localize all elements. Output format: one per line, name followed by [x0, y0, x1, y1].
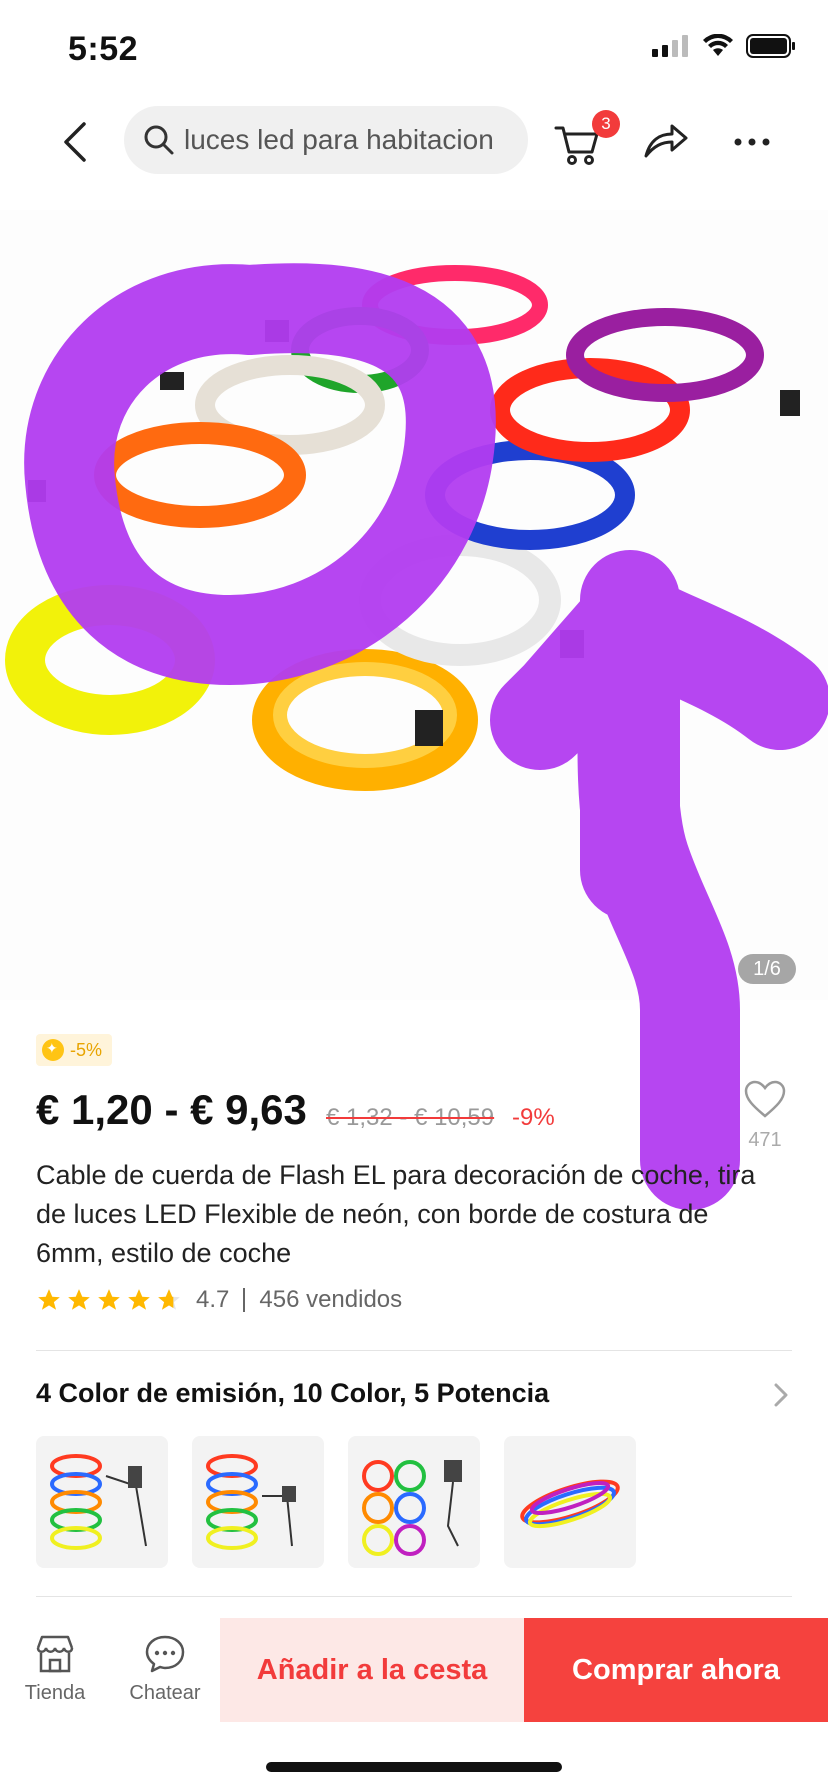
top-nav: luces led para habitacion 3	[0, 100, 828, 184]
buy-now-button[interactable]: Comprar ahora	[524, 1618, 828, 1722]
product-photo	[5, 265, 800, 791]
cart-button[interactable]: 3	[552, 110, 622, 172]
chat-label: Chatear	[129, 1682, 201, 1704]
wishlist-count: 471	[748, 1129, 782, 1151]
cart-badge: 3	[592, 110, 620, 138]
variant-thumbnail[interactable]	[504, 1436, 636, 1568]
heart-icon	[744, 1080, 786, 1118]
search-query: luces led para habitacion	[184, 124, 494, 155]
add-to-cart-button[interactable]: Añadir a la cesta	[220, 1618, 524, 1722]
more-icon[interactable]	[728, 118, 778, 168]
bottom-action-bar: Tienda Chatear Añadir a la cesta Comprar…	[0, 1618, 828, 1722]
product-image[interactable]	[0, 210, 828, 1000]
store-button[interactable]: Tienda	[10, 1632, 100, 1705]
wifi-icon	[703, 34, 733, 56]
chevron-right-icon[interactable]	[770, 1380, 792, 1410]
status-time: 5:52	[68, 30, 139, 68]
status-icons	[652, 34, 796, 58]
divider	[36, 1350, 792, 1351]
coin-discount-badge: -5%	[36, 1034, 113, 1066]
home-indicator	[266, 1762, 562, 1772]
product-title: Cable de cuerda de Flash EL para decorac…	[36, 1160, 756, 1268]
signal-icon	[652, 35, 688, 57]
status-bar: 5:52	[0, 0, 828, 96]
search-icon	[144, 125, 174, 155]
share-icon[interactable]	[640, 116, 690, 166]
variant-thumbnail[interactable]	[36, 1436, 168, 1568]
rating-separator	[243, 1288, 246, 1312]
variant-thumbnail[interactable]	[192, 1436, 324, 1568]
rating-row[interactable]: 4.7 456 vendidos	[36, 1284, 402, 1316]
back-icon[interactable]	[56, 118, 96, 166]
rating-stars	[36, 1287, 182, 1313]
chat-icon	[145, 1635, 185, 1673]
chat-button[interactable]: Chatear	[120, 1632, 210, 1705]
variant-summary[interactable]: 4 Color de emisión, 10 Color, 5 Potencia	[36, 1378, 549, 1409]
star-icon	[38, 1289, 60, 1310]
rating-value: 4.7	[196, 1286, 230, 1313]
star-half-icon	[158, 1289, 180, 1310]
battery-icon	[746, 34, 795, 58]
store-label: Tienda	[24, 1682, 86, 1704]
price-original: € 1,32 - € 10,59	[326, 1104, 495, 1131]
coin-icon	[42, 1039, 64, 1061]
divider	[36, 1596, 792, 1597]
variant-thumbnail[interactable]	[348, 1436, 480, 1568]
star-icon	[98, 1289, 120, 1310]
image-counter: 1/6	[738, 954, 796, 984]
variant-thumbnails	[36, 1436, 636, 1568]
price-discount: -9%	[512, 1104, 555, 1131]
sold-count: 456 vendidos	[259, 1286, 403, 1313]
star-icon	[128, 1289, 150, 1310]
wishlist-button[interactable]: 471	[738, 1080, 792, 1151]
coin-discount-text: -5%	[70, 1039, 103, 1060]
store-icon	[36, 1635, 74, 1673]
price-current: € 1,20 - € 9,63	[36, 1086, 307, 1133]
search-input[interactable]: luces led para habitacion	[124, 106, 528, 174]
star-icon	[68, 1289, 90, 1310]
